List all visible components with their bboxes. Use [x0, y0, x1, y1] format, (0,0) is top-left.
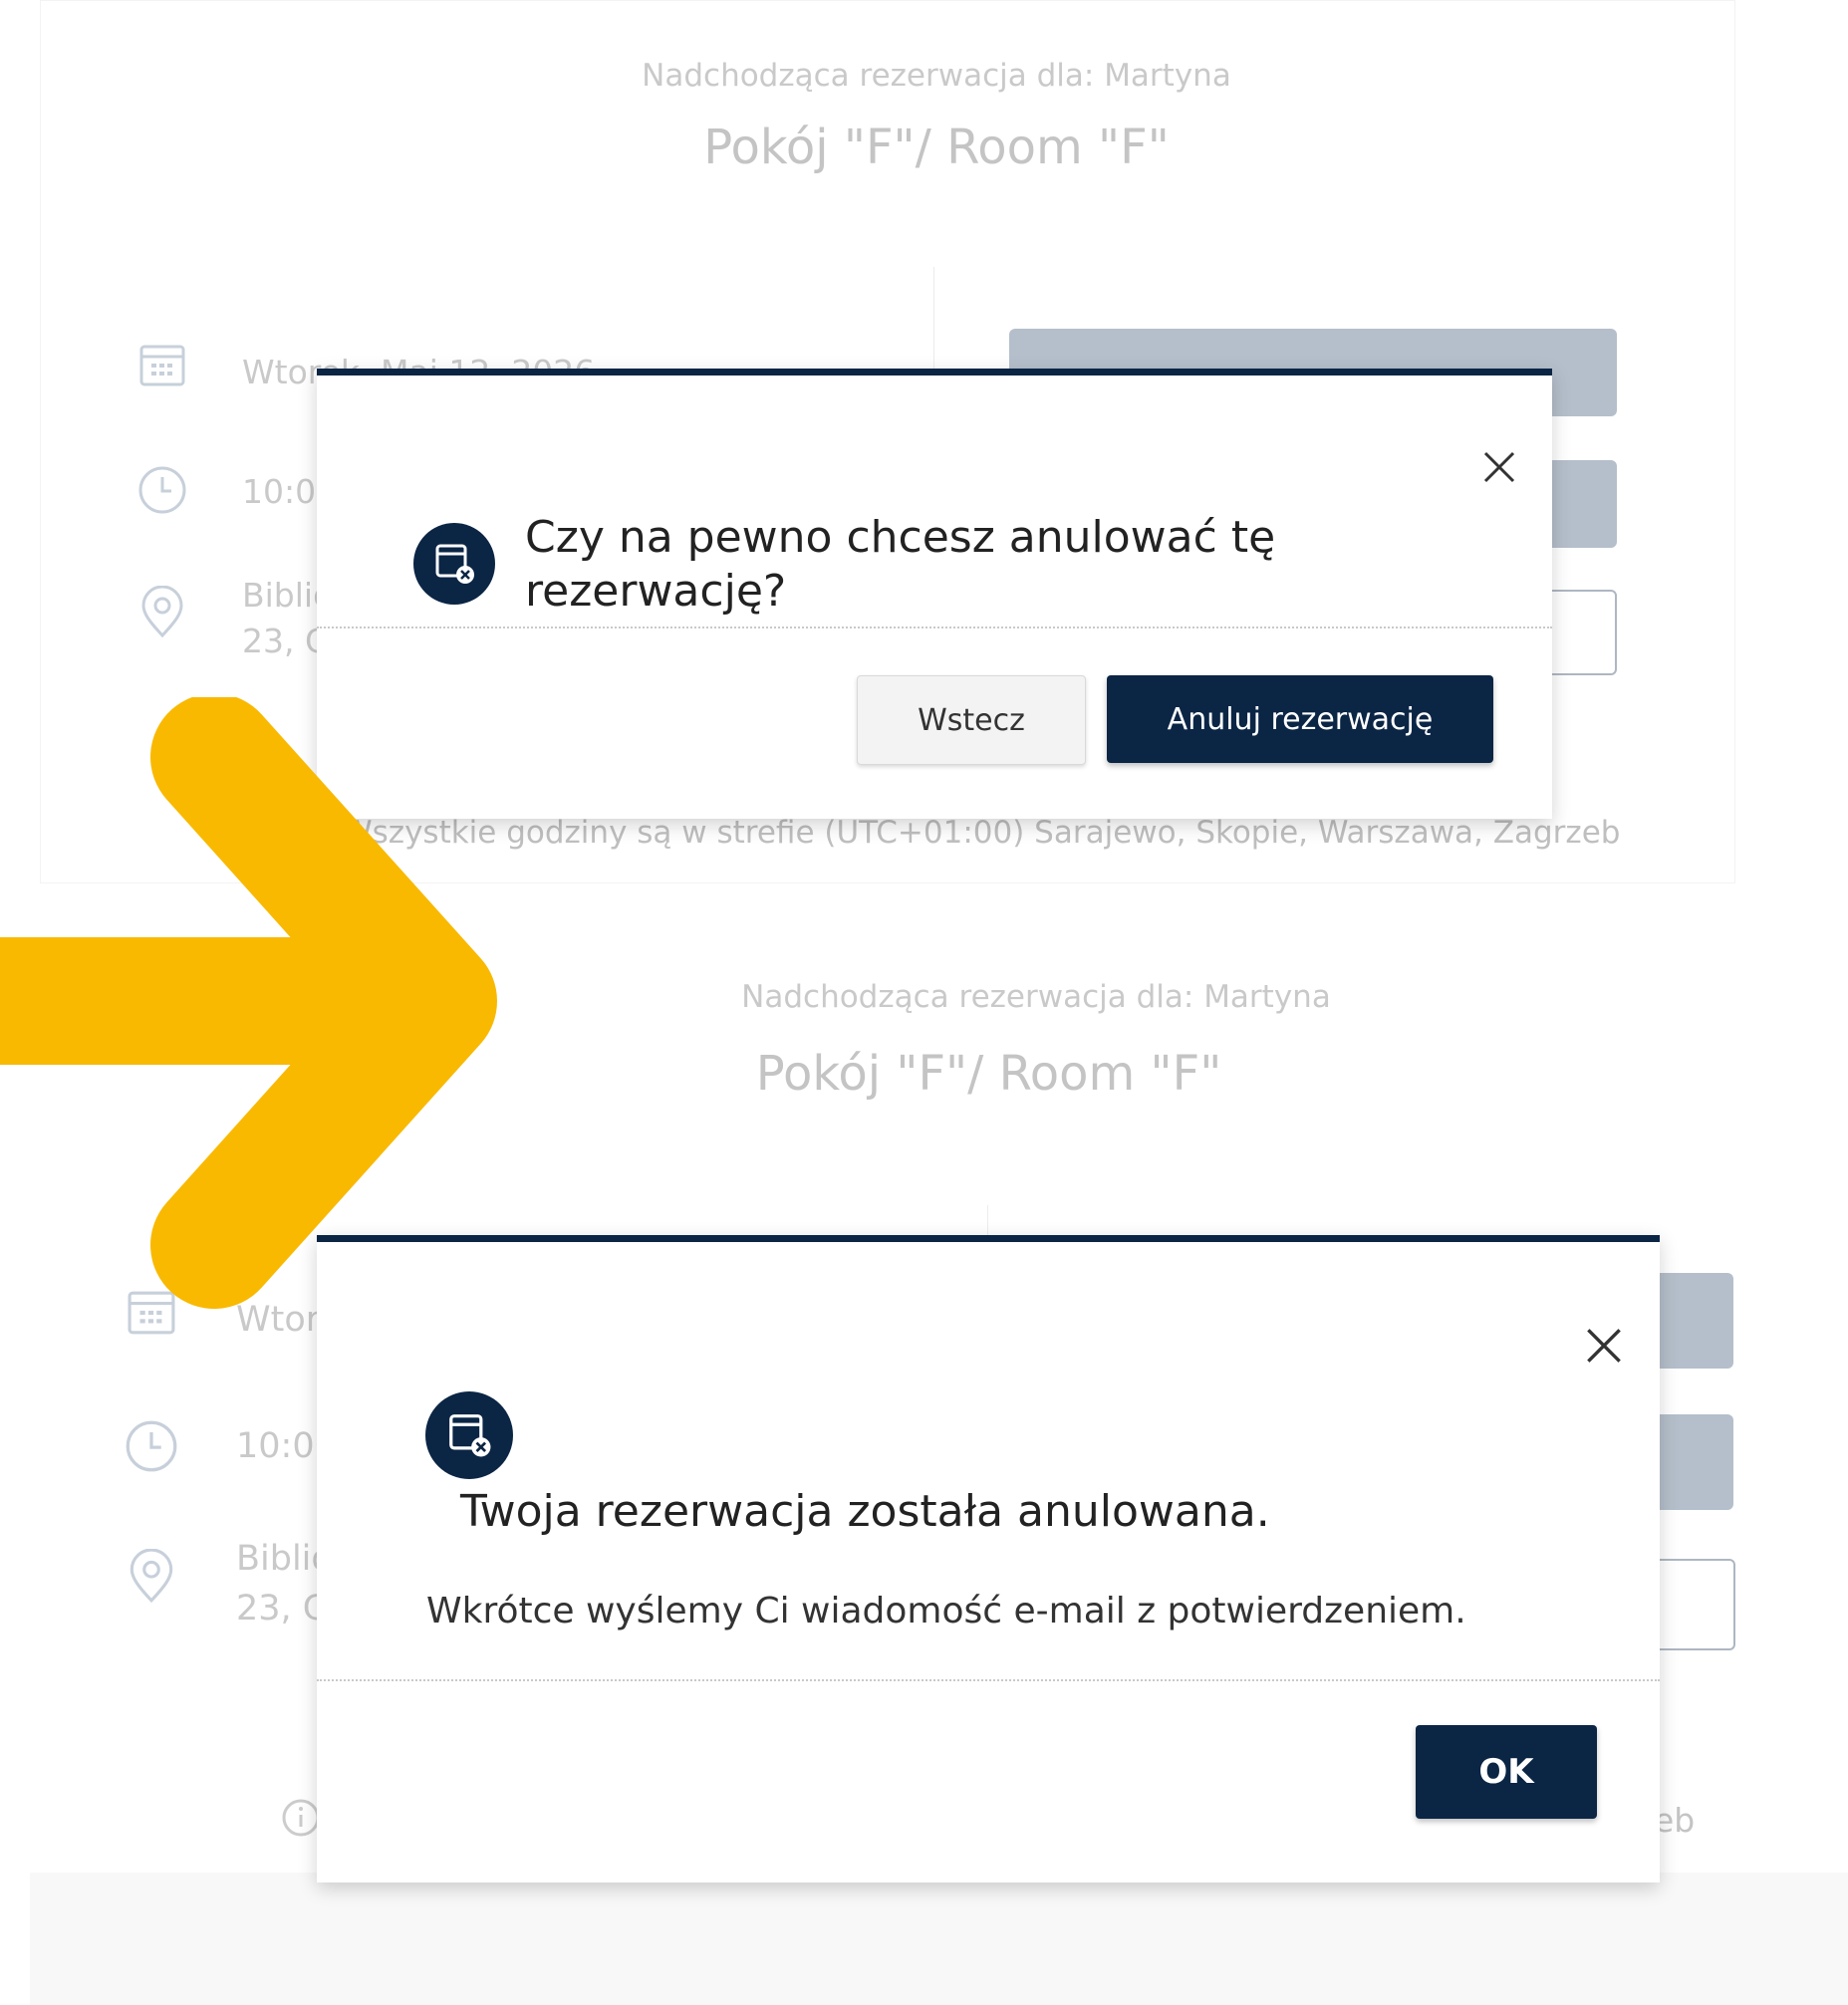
back-button[interactable]: Wstecz [857, 675, 1086, 765]
footer-band [30, 1873, 1848, 2005]
top-timezone-note: Wszystkie godziny są w strefie (UTC+01:0… [342, 815, 1621, 851]
calendar-cancel-icon [425, 1391, 513, 1479]
bottom-location-icon [130, 1549, 173, 1604]
top-room-title: Pokój "F"/ Room "F" [703, 120, 1170, 175]
cancel-reservation-button[interactable]: Anuluj rezerwację [1107, 675, 1493, 763]
dialog-question: Czy na pewno chcesz anulować tę rezerwac… [525, 512, 1276, 617]
bottom-clock-icon [126, 1420, 177, 1472]
cancel-confirm-dialog: Czy na pewno chcesz anulować tę rezerwac… [317, 369, 1552, 819]
calendar-cancel-icon [413, 523, 495, 605]
top-location-icon [141, 586, 183, 638]
bottom-ghost-button-3[interactable] [1654, 1559, 1735, 1650]
bottom-timezone-partial: eb [1654, 1801, 1696, 1840]
dialog-divider [317, 1679, 1660, 1681]
bottom-info-icon [282, 1799, 320, 1837]
top-calendar-icon [139, 345, 185, 386]
close-icon[interactable] [1482, 450, 1516, 484]
dialog-message: Wkrótce wyślemy Ci wiadomość e-mail z po… [426, 1591, 1466, 1631]
top-clock-icon [138, 466, 186, 514]
bottom-location-line2: 23, G [236, 1589, 330, 1629]
ok-button[interactable]: OK [1416, 1725, 1597, 1819]
bottom-ghost-button-2[interactable] [1654, 1414, 1733, 1510]
dialog-title: Twoja rezerwacja została anulowana. [460, 1486, 1270, 1537]
top-upcoming-label: Nadchodząca rezerwacja dla: Martyna [642, 58, 1231, 94]
close-icon[interactable] [1585, 1327, 1623, 1365]
bottom-ghost-button-1[interactable] [1654, 1273, 1733, 1369]
cancellation-success-dialog: Twoja rezerwacja została anulowana. Wkró… [317, 1235, 1660, 1882]
arrow-right-icon [0, 697, 497, 1309]
dialog-divider [317, 627, 1552, 628]
